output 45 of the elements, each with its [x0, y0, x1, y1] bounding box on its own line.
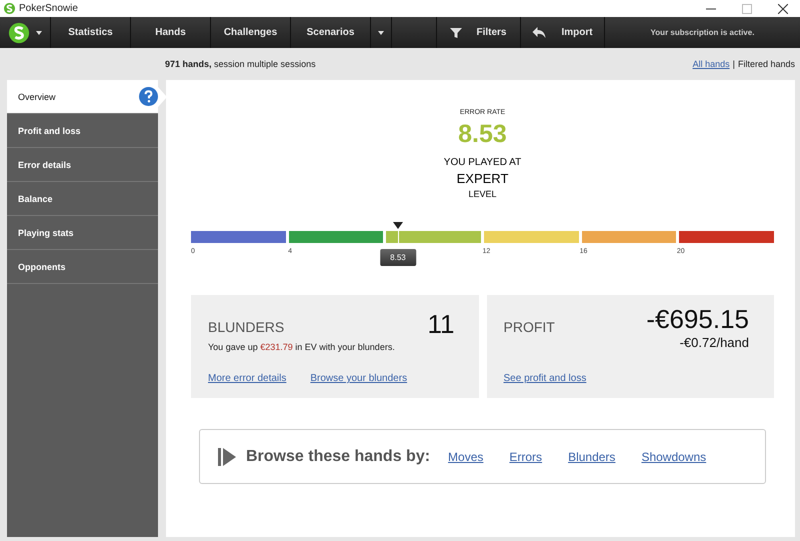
profit-title: PROFIT: [504, 319, 555, 335]
browse-label: Browse these hands by:: [246, 448, 430, 466]
sidebar-item[interactable]: Error details: [7, 148, 158, 182]
nav-tab[interactable]: Hands: [131, 17, 211, 48]
caret-icon: [378, 30, 384, 34]
funnel-icon: [450, 26, 462, 38]
nav-tab[interactable]: Statistics: [51, 17, 131, 48]
window-title: PokerSnowie: [19, 3, 78, 14]
filters-button[interactable]: Filters: [436, 17, 520, 48]
browse-link[interactable]: Showdowns: [641, 450, 706, 464]
sidebar-item[interactable]: Profit and loss: [7, 114, 158, 148]
sidebar-item[interactable]: Balance: [7, 182, 158, 216]
curved-arrow-icon: [532, 26, 548, 38]
level-name: EXPERT: [456, 171, 508, 186]
separator: |: [732, 59, 735, 69]
browse-link[interactable]: Blunders: [568, 450, 616, 464]
played-at-label: YOU PLAYED AT: [444, 157, 522, 168]
sidebar-item[interactable]: Opponents: [7, 250, 158, 284]
profit-total: -€695.15: [646, 304, 749, 335]
nav-tab[interactable]: Challenges: [211, 17, 291, 48]
caret-icon: [36, 30, 42, 34]
subscription-status: Your subscription is active.: [604, 17, 800, 48]
all-hands-link[interactable]: All hands: [692, 59, 730, 69]
browse-link[interactable]: Errors: [509, 450, 542, 464]
level-label: LEVEL: [468, 189, 497, 199]
logo-icon: [8, 22, 30, 44]
app-logo-icon: [4, 3, 15, 14]
error-rate-value: 8.53: [458, 120, 507, 149]
blunders-description: You gave up €231.79 in EV with your blunders.: [208, 342, 396, 352]
hands-summary: 971 hands, session multiple sessions: [165, 59, 316, 69]
marker-value-label: 8.53: [380, 249, 416, 266]
sidebar-item[interactable]: Playing stats: [7, 216, 158, 250]
close-icon[interactable]: [778, 4, 788, 14]
card-link[interactable]: Browse your blunders: [310, 373, 408, 384]
card-link[interactable]: See profit and loss: [504, 373, 586, 384]
browse-link[interactable]: Moves: [448, 450, 484, 464]
nav-tab[interactable]: Scenarios: [291, 17, 371, 48]
import-button[interactable]: Import: [520, 17, 604, 48]
play-icon: [218, 448, 236, 466]
card-link[interactable]: More error details: [208, 373, 286, 384]
blunders-title: BLUNDERS: [208, 319, 284, 335]
help-icon[interactable]: [139, 87, 158, 106]
profit-per-hand: -€0.72/hand: [680, 335, 749, 350]
blunders-count: 11: [428, 309, 454, 340]
filtered-hands-label: Filtered hands: [738, 59, 795, 69]
